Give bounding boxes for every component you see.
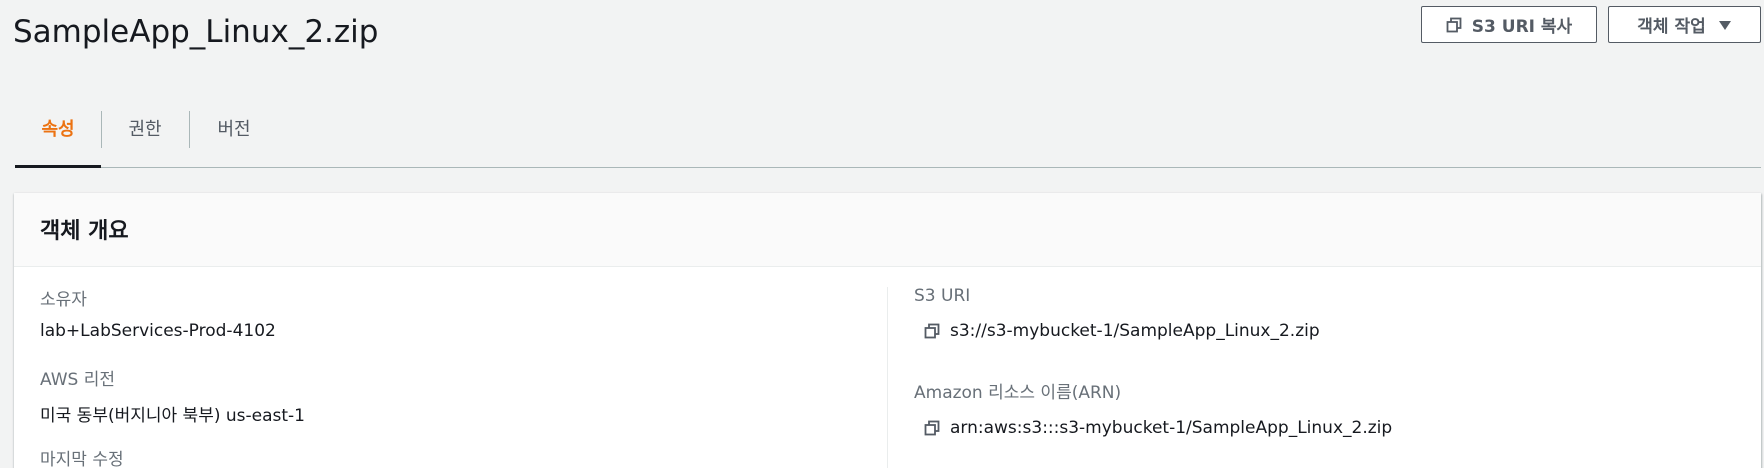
owner-label: 소유자: [40, 290, 87, 310]
column-divider: [887, 287, 888, 468]
object-overview-panel: 객체 개요 소유자 lab+LabServices-Prod-4102 AWS …: [14, 193, 1761, 468]
arn-label: Amazon 리소스 이름(ARN): [914, 383, 1122, 403]
tab-properties[interactable]: 속성: [15, 104, 101, 168]
panel-header: 객체 개요: [14, 193, 1761, 267]
tab-versions-label: 버전: [217, 119, 251, 140]
tab-versions[interactable]: 버전: [189, 104, 279, 168]
last-modified-label: 마지막 수정: [40, 450, 124, 468]
object-actions-button[interactable]: 객체 작업: [1608, 6, 1761, 43]
arn-row: arn:aws:s3:::s3-mybucket-1/SampleApp_Lin…: [924, 418, 1392, 438]
caret-down-icon: [1718, 19, 1732, 31]
s3-uri-value: s3://s3-mybucket-1/SampleApp_Linux_2.zip: [950, 321, 1320, 341]
tab-permissions-label: 권한: [128, 119, 162, 140]
tab-bar: 속성 권한 버전: [15, 104, 1761, 168]
copy-s3-uri-label: S3 URI 복사: [1471, 17, 1573, 37]
owner-value: lab+LabServices-Prod-4102: [40, 321, 276, 341]
copy-icon: [1446, 17, 1462, 33]
tab-permissions[interactable]: 권한: [101, 104, 189, 168]
region-field: AWS 리전 미국 동부(버지니아 북부) us-east-1: [40, 365, 305, 426]
page-title: SampleApp_Linux_2.zip: [13, 14, 379, 50]
copy-icon[interactable]: [924, 323, 940, 339]
copy-s3-uri-button[interactable]: S3 URI 복사: [1421, 6, 1597, 43]
s3-uri-row: s3://s3-mybucket-1/SampleApp_Linux_2.zip: [924, 321, 1320, 341]
last-modified-field: 마지막 수정: [40, 445, 124, 468]
owner-field: 소유자 lab+LabServices-Prod-4102: [40, 285, 276, 341]
s3-uri-label: S3 URI: [914, 286, 971, 306]
object-actions-label: 객체 작업: [1637, 17, 1706, 37]
copy-icon[interactable]: [924, 420, 940, 436]
region-value: 미국 동부(버지니아 북부) us-east-1: [40, 406, 305, 426]
s3-uri-field: S3 URI s3://s3-mybucket-1/SampleApp_Linu…: [914, 286, 1320, 341]
region-label: AWS 리전: [40, 370, 115, 390]
arn-field: Amazon 리소스 이름(ARN) arn:aws:s3:::s3-mybuc…: [914, 378, 1392, 438]
tab-properties-label: 속성: [41, 119, 75, 140]
panel-title: 객체 개요: [40, 219, 129, 244]
object-detail-page: SampleApp_Linux_2.zip S3 URI 복사 객체 작업 속성…: [0, 0, 1764, 468]
arn-value: arn:aws:s3:::s3-mybucket-1/SampleApp_Lin…: [950, 418, 1393, 438]
